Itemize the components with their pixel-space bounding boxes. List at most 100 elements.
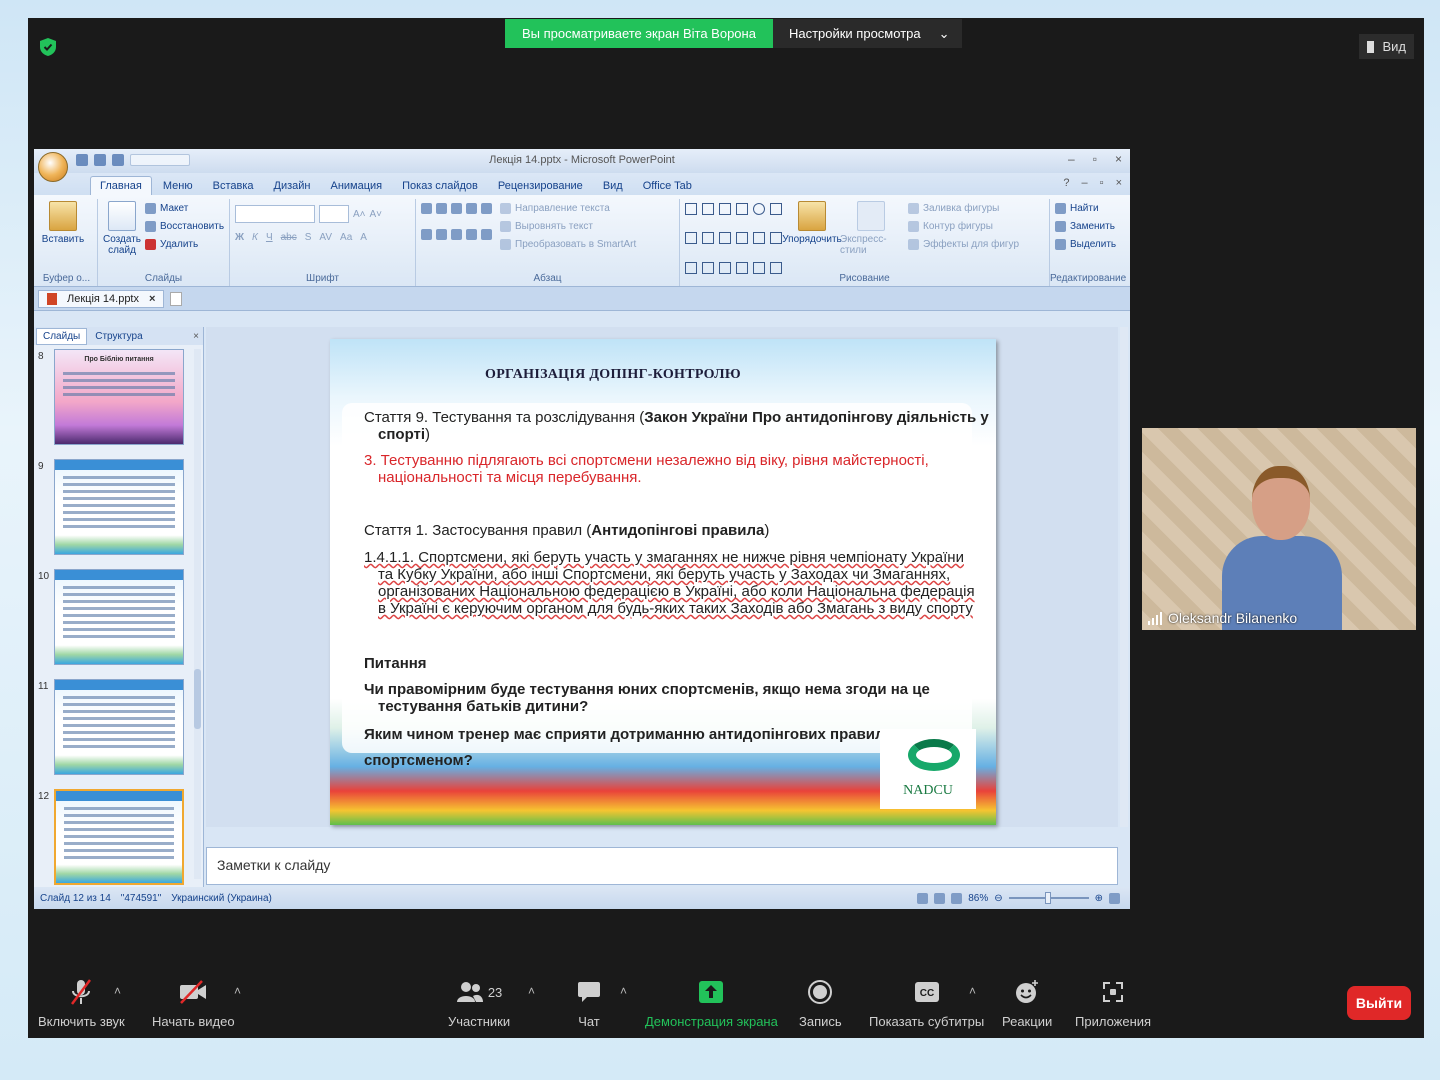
reactions-button[interactable]: Реакции [1002, 978, 1052, 1029]
tab-menu[interactable]: Меню [154, 177, 202, 195]
strikethrough-icon[interactable]: abc [281, 232, 297, 243]
case-icon[interactable]: Aa [340, 232, 352, 243]
record-button[interactable]: Запись [799, 978, 842, 1029]
underline-icon[interactable]: Ч [266, 232, 273, 243]
columns-icon[interactable] [481, 229, 492, 240]
tab-insert[interactable]: Вставка [204, 177, 263, 195]
view-options-dropdown[interactable]: Настройки просмотра ⌄ [772, 19, 962, 48]
tab-slideshow[interactable]: Показ слайдов [393, 177, 487, 195]
tab-slides[interactable]: Слайды [36, 327, 88, 345]
restore-doc-icon[interactable]: ▫ [1100, 177, 1104, 189]
zoom-level[interactable]: 86% [968, 893, 988, 904]
normal-view-icon[interactable] [917, 892, 929, 904]
tab-outline[interactable]: Структура [89, 329, 148, 344]
delete-button[interactable]: Удалить [145, 239, 224, 250]
share-screen-button[interactable]: Демонстрация экрана [645, 978, 778, 1029]
leave-meeting-button[interactable]: Выйти [1347, 986, 1411, 1020]
document-tab[interactable]: Лекція 14.pptx × [38, 289, 165, 308]
align-text-button[interactable]: Выровнять текст [500, 221, 636, 232]
slide-thumbnail-image: Про Біблію питання [54, 349, 184, 445]
close-doc-icon[interactable]: × [1116, 177, 1122, 189]
zoom-in-icon[interactable]: ⊕ [1095, 893, 1103, 904]
italic-icon[interactable]: К [252, 232, 258, 243]
indent-less-icon[interactable] [451, 203, 462, 214]
slide-thumbnail[interactable]: 10 [34, 569, 194, 669]
shrink-font-icon[interactable]: A˅ [370, 209, 383, 220]
participant-video[interactable]: Oleksandr Bilanenko [1142, 428, 1416, 630]
chat-button[interactable]: Чат [577, 978, 601, 1029]
justify-icon[interactable] [466, 229, 477, 240]
zoom-slider[interactable] [1008, 892, 1089, 904]
numbering-icon[interactable] [436, 203, 447, 214]
close-tab-icon[interactable]: × [149, 293, 155, 305]
close-panel-icon[interactable]: × [193, 331, 199, 342]
chat-caret-icon[interactable]: ˄ [620, 984, 627, 998]
slide-thumbnail-selected[interactable]: 12 [34, 789, 194, 887]
text-direction-button[interactable]: Направление текста [500, 203, 636, 214]
video-options-caret-icon[interactable]: ˄ [234, 984, 241, 998]
minimize-icon[interactable]: – [1068, 152, 1075, 166]
participants-caret-icon[interactable]: ˄ [528, 984, 535, 998]
editor-scrollbar[interactable] [1120, 327, 1128, 827]
tab-design[interactable]: Дизайн [265, 177, 320, 195]
align-left-icon[interactable] [421, 229, 432, 240]
align-center-icon[interactable] [436, 229, 447, 240]
shape-fill-button[interactable]: Заливка фигуры [908, 203, 1019, 214]
view-button[interactable]: Вид [1359, 34, 1414, 59]
grow-font-icon[interactable]: A˄ [353, 209, 366, 220]
minimize-doc-icon[interactable]: – [1082, 177, 1088, 189]
font-color-icon[interactable]: A [360, 232, 367, 243]
close-icon[interactable]: × [1115, 152, 1122, 166]
find-button[interactable]: Найти [1055, 203, 1121, 214]
office-button-icon[interactable] [38, 152, 68, 182]
camera-off-icon [180, 980, 207, 1004]
tab-animation[interactable]: Анимация [321, 177, 391, 195]
bullets-icon[interactable] [421, 203, 432, 214]
shadow-icon[interactable]: S [305, 232, 312, 243]
indent-more-icon[interactable] [466, 203, 477, 214]
reset-button[interactable]: Восстановить [145, 221, 224, 232]
current-slide[interactable]: ОРГАНІЗАЦІЯ ДОПІНГ-КОНТРОЛЮ Стаття 9. Те… [330, 339, 996, 825]
participant-name-tag: Oleksandr Bilanenko [1148, 610, 1297, 626]
spacing-icon[interactable]: AV [319, 232, 332, 243]
help-icon[interactable]: ? [1063, 177, 1069, 189]
smartart-button[interactable]: Преобразовать в SmartArt [500, 239, 636, 250]
audio-options-caret-icon[interactable]: ˄ [114, 984, 121, 998]
show-captions-button[interactable]: CC Показать субтитры [869, 978, 984, 1029]
slide-notes[interactable]: Заметки к слайду [206, 847, 1118, 885]
bold-icon[interactable]: Ж [235, 232, 244, 243]
line-spacing-icon[interactable] [481, 203, 492, 214]
align-right-icon[interactable] [451, 229, 462, 240]
text-direction-icon [500, 203, 511, 214]
sorter-view-icon[interactable] [934, 892, 946, 904]
slide-thumbnail[interactable]: 9 [34, 459, 194, 559]
slide-thumbnail[interactable]: 8 Про Біблію питання [34, 349, 194, 449]
unmute-button[interactable]: Включить звук [38, 978, 125, 1029]
language[interactable]: Украинский (Украина) [171, 893, 272, 904]
replace-button[interactable]: Заменить [1055, 221, 1121, 232]
layout-button[interactable]: Макет [145, 203, 224, 214]
shape-effects-button[interactable]: Эффекты для фигур [908, 239, 1019, 250]
select-button[interactable]: Выделить [1055, 239, 1121, 250]
participants-button[interactable]: 23 Участники [448, 978, 510, 1029]
zoom-out-icon[interactable]: ⊖ [994, 893, 1002, 904]
font-name-field[interactable] [235, 205, 315, 223]
tab-view[interactable]: Вид [594, 177, 632, 195]
shape-outline-button[interactable]: Контур фигуры [908, 221, 1019, 232]
slideshow-view-icon[interactable] [951, 892, 963, 904]
show-captions-label: Показать субтитры [869, 1014, 985, 1029]
font-size-field[interactable] [319, 205, 349, 223]
slide-thumbnail[interactable]: 11 [34, 679, 194, 779]
thumbnails-scrollbar[interactable] [194, 349, 201, 879]
maximize-icon[interactable]: ▫ [1093, 152, 1097, 166]
tab-review[interactable]: Рецензирование [489, 177, 592, 195]
tab-home[interactable]: Главная [90, 176, 152, 195]
captions-caret-icon[interactable]: ˄ [969, 984, 976, 998]
apps-button[interactable]: Приложения [1075, 978, 1151, 1029]
fit-to-window-icon[interactable] [1109, 892, 1120, 904]
security-shield-icon[interactable] [40, 38, 56, 56]
tab-office-tab[interactable]: Office Tab [634, 177, 701, 195]
new-tab-icon[interactable] [170, 291, 183, 306]
start-video-button[interactable]: Начать видео [152, 978, 235, 1029]
paste-button[interactable]: Вставить [41, 201, 85, 245]
